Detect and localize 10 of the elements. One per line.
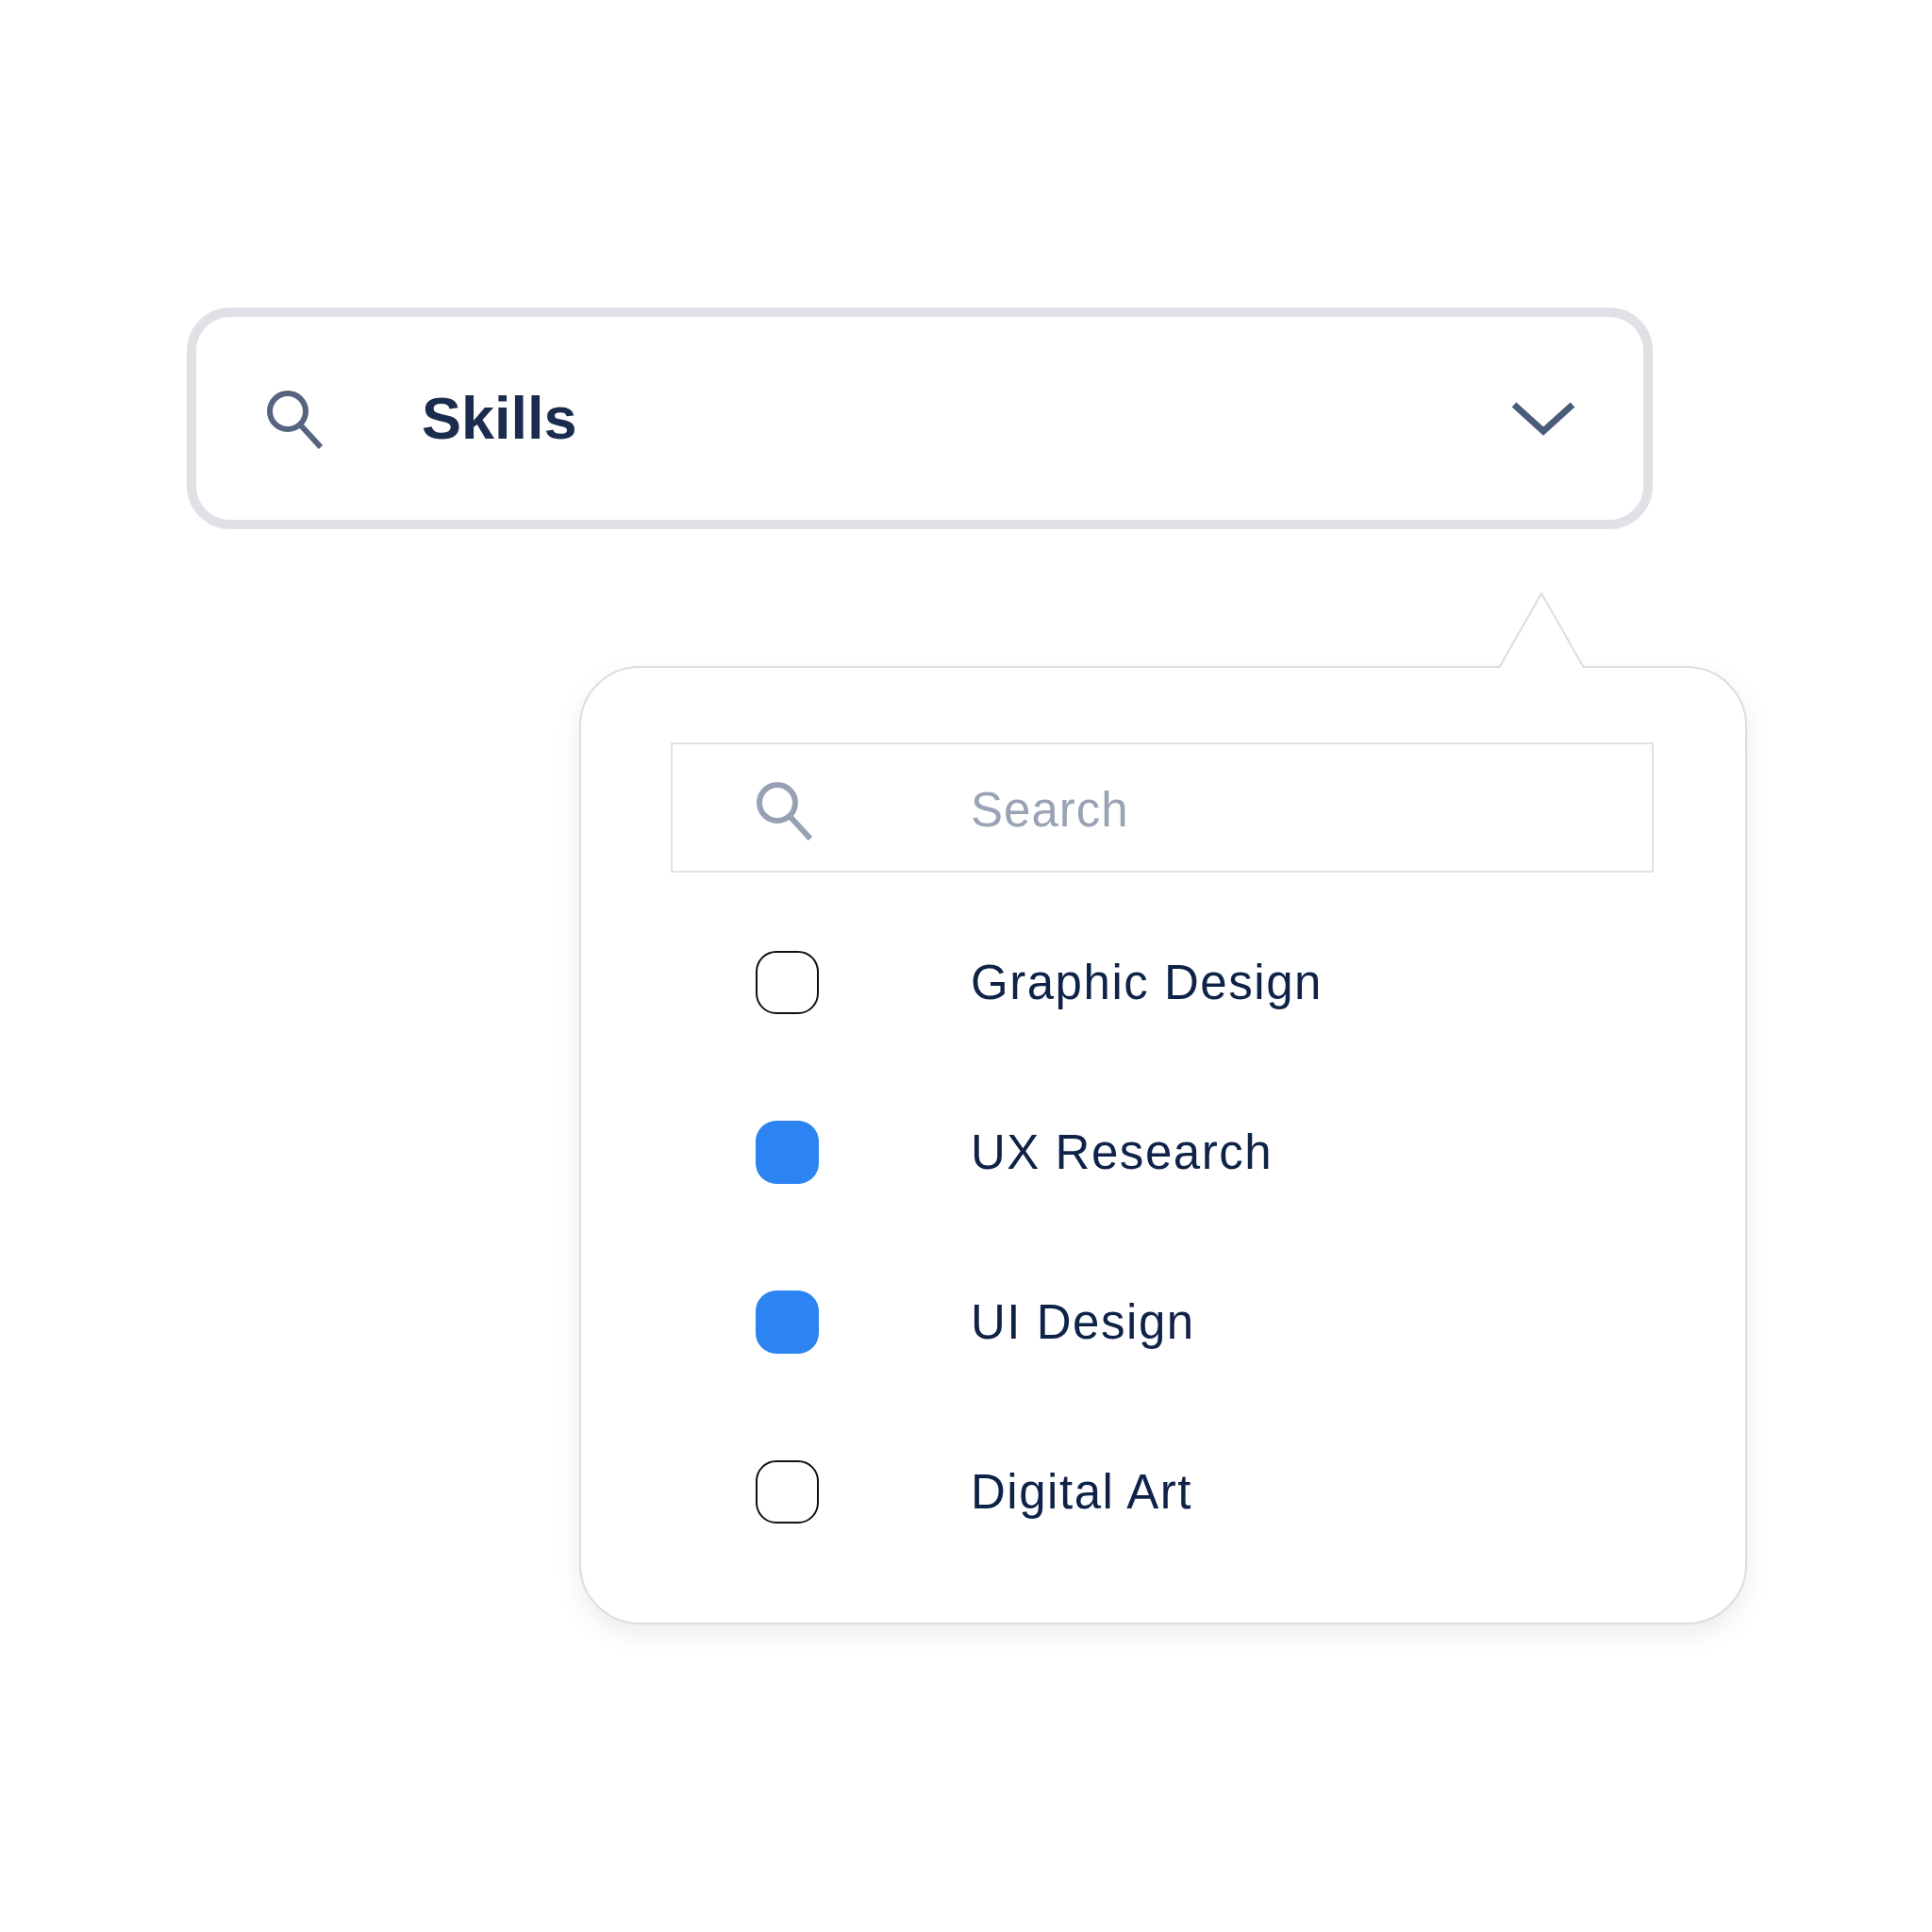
skills-select[interactable]: Skills [187, 308, 1653, 529]
checkbox[interactable] [756, 1459, 819, 1524]
checkbox[interactable] [756, 1290, 819, 1354]
search-field[interactable]: Search [671, 742, 1654, 873]
option-label: UX Research [971, 1127, 1274, 1176]
checkbox[interactable] [756, 950, 819, 1014]
search-icon [755, 780, 813, 841]
chevron-down-icon [1511, 401, 1575, 436]
checkbox[interactable] [756, 1120, 819, 1184]
search-icon [265, 388, 324, 449]
